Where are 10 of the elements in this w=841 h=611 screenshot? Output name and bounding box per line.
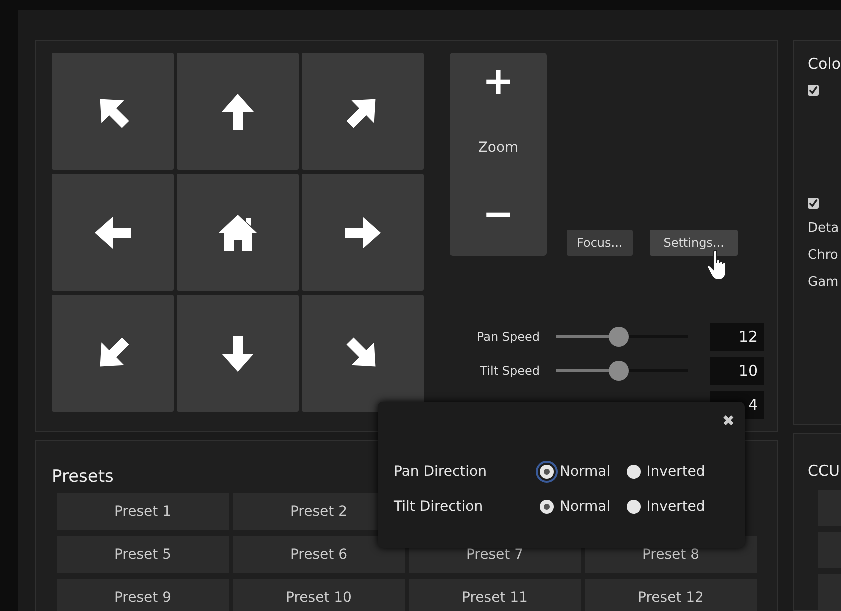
setting-label: Chro — [808, 248, 838, 263]
setting-label: Deta — [808, 221, 840, 236]
setting-label: Gam — [808, 275, 839, 290]
color-panel-title: Colo — [808, 55, 841, 73]
speed-label: Tilt Speed — [479, 364, 540, 378]
speed-label: Pan Speed — [476, 330, 540, 344]
presets-title: Presets — [52, 467, 114, 487]
zoom-label: Zoom — [478, 140, 519, 156]
direction-label: Pan Direction — [394, 464, 488, 480]
ccu-panel-title: CCU — [808, 462, 841, 480]
